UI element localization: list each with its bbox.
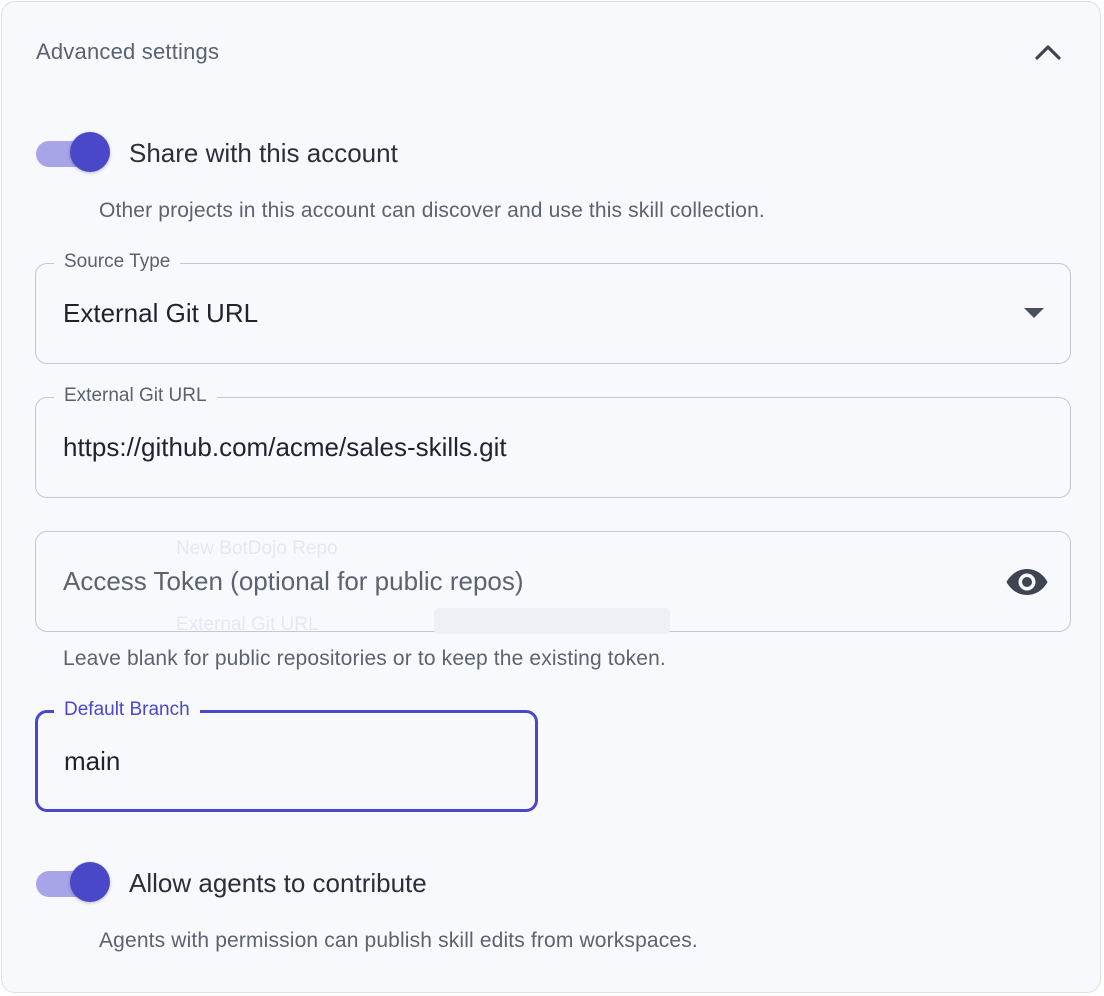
chevron-up-icon	[1035, 45, 1061, 60]
external-git-url-input[interactable]: External Git URL https://github.com/acme…	[35, 384, 1071, 498]
eye-icon	[1006, 569, 1048, 595]
toggle-thumb	[70, 862, 110, 902]
toggle-visibility-button[interactable]	[1004, 562, 1050, 602]
external-git-url-value: https://github.com/acme/sales-skills.git	[63, 432, 507, 462]
allow-agents-contribute-label[interactable]: Allow agents to contribute	[129, 867, 427, 899]
collapse-button[interactable]	[1028, 32, 1068, 72]
toggle-thumb	[70, 132, 110, 172]
default-branch-input[interactable]: Default Branch main	[35, 698, 538, 812]
share-with-account-label[interactable]: Share with this account	[129, 137, 398, 169]
default-branch-value: main	[64, 745, 121, 776]
allow-agents-contribute-toggle[interactable]	[36, 862, 114, 906]
source-type-value: External Git URL	[63, 298, 259, 328]
access-token-placeholder: Access Token (optional for public repos)	[63, 566, 524, 596]
advanced-settings-title: Advanced settings	[36, 39, 220, 64]
caret-down-icon	[1024, 308, 1044, 318]
advanced-settings-panel: Advanced settings Share with this accoun…	[1, 1, 1101, 993]
source-type-select[interactable]: Source Type External Git URL	[35, 250, 1071, 364]
access-token-helper: Leave blank for public repositories or t…	[63, 647, 666, 670]
share-with-account-helper: Other projects in this account can disco…	[99, 199, 765, 222]
allow-agents-contribute-helper: Agents with permission can publish skill…	[99, 929, 698, 952]
share-with-account-toggle[interactable]	[36, 132, 114, 176]
access-token-input[interactable]: New BotDojo Repo External Git URL Access…	[35, 531, 1071, 635]
